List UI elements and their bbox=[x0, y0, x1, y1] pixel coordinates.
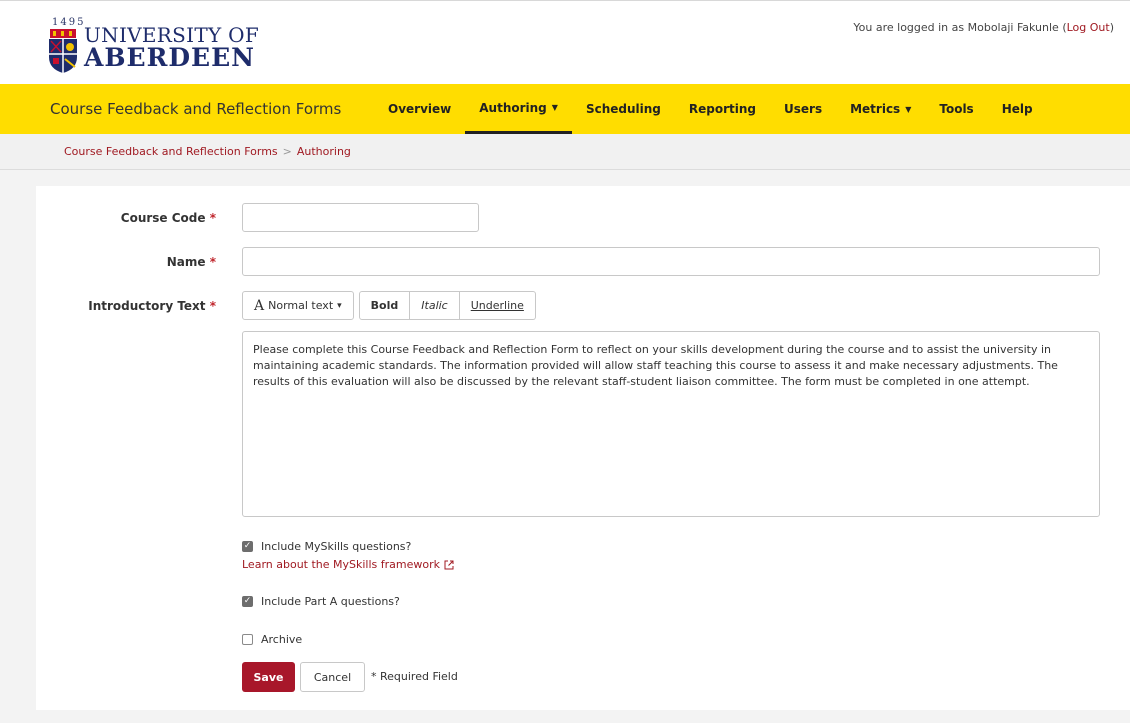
nav-item-help[interactable]: Help bbox=[988, 84, 1047, 134]
underline-button[interactable]: Underline bbox=[459, 291, 536, 320]
text-style-dropdown[interactable]: A Normal text ▾ bbox=[242, 291, 354, 320]
archive-checkbox[interactable] bbox=[242, 634, 253, 645]
nav-menu: Overview Authoring ▼ Scheduling Reporting… bbox=[374, 84, 1047, 134]
navbar-brand[interactable]: Course Feedback and Reflection Forms bbox=[50, 100, 341, 118]
cancel-button[interactable]: Cancel bbox=[300, 662, 365, 692]
required-field-note: * Required Field bbox=[371, 670, 458, 683]
login-status: You are logged in as Mobolaji Fakunle (L… bbox=[853, 21, 1114, 34]
myskills-label: Include MySkills questions? bbox=[261, 540, 412, 553]
nav-item-label: Authoring bbox=[479, 100, 547, 115]
nav-item-users[interactable]: Users bbox=[770, 84, 836, 134]
name-label-text: Name bbox=[166, 255, 206, 269]
intro-text-label: Introductory Text * bbox=[36, 299, 216, 313]
logo-text-line2: ABERDEEN bbox=[84, 43, 256, 72]
logout-link[interactable]: Log Out bbox=[1067, 21, 1110, 34]
archive-checkbox-row[interactable]: Archive bbox=[242, 633, 302, 646]
nav-item-label: Overview bbox=[388, 102, 452, 116]
main-navbar: Course Feedback and Reflection Forms Ove… bbox=[0, 84, 1130, 134]
caret-down-icon: ▼ bbox=[905, 104, 912, 114]
course-code-input[interactable] bbox=[242, 203, 479, 232]
course-code-label: Course Code * bbox=[36, 211, 216, 225]
course-code-label-text: Course Code bbox=[120, 211, 206, 225]
nav-item-label: Help bbox=[1001, 102, 1033, 116]
nav-item-overview[interactable]: Overview bbox=[374, 84, 465, 134]
crest-icon bbox=[49, 29, 77, 73]
nav-item-tools[interactable]: Tools bbox=[925, 84, 987, 134]
nav-item-reporting[interactable]: Reporting bbox=[675, 84, 770, 134]
myskills-checkbox[interactable] bbox=[242, 541, 253, 552]
nav-item-label: Scheduling bbox=[585, 102, 661, 116]
nav-item-label: Metrics bbox=[850, 102, 901, 116]
university-logo[interactable]: 1495 UNIVERSITY OF ABERDEEN bbox=[48, 17, 268, 79]
text-format-toolbar: A Normal text ▾ Bold Italic Underline bbox=[242, 291, 536, 320]
part-a-checkbox-row[interactable]: Include Part A questions? bbox=[242, 595, 400, 608]
archive-label: Archive bbox=[261, 633, 303, 646]
breadcrumb-trail: Course Feedback and Reflection Forms > Aut… bbox=[64, 145, 351, 158]
myskills-framework-link-text: Learn about the MySkills framework bbox=[242, 558, 441, 571]
myskills-framework-link[interactable]: Learn about the MySkills framework bbox=[242, 558, 454, 571]
name-label: Name * bbox=[36, 255, 216, 269]
nav-item-label: Tools bbox=[939, 102, 974, 116]
required-mark: * bbox=[209, 299, 216, 313]
required-mark: * bbox=[209, 255, 216, 269]
breadcrumb-item-home[interactable]: Course Feedback and Reflection Forms bbox=[64, 145, 278, 158]
italic-button[interactable]: Italic bbox=[410, 291, 460, 320]
top-header: 1495 UNIVERSITY OF ABERDEEN You are logg… bbox=[0, 0, 1130, 84]
login-close: ) bbox=[1109, 21, 1114, 34]
nav-item-metrics[interactable]: Metrics ▼ bbox=[836, 84, 925, 134]
caret-down-icon: ▼ bbox=[551, 103, 558, 112]
part-a-checkbox[interactable] bbox=[242, 596, 253, 607]
breadcrumb: Course Feedback and Reflection Forms > Aut… bbox=[0, 134, 1130, 170]
save-button[interactable]: Save bbox=[242, 662, 295, 692]
login-text: You are logged in as Mobolaji Fakunle ( bbox=[853, 21, 1067, 34]
intro-text-editor[interactable]: Please complete this Course Feedback and… bbox=[242, 331, 1100, 517]
text-style-label: Normal text bbox=[268, 299, 334, 312]
bold-button[interactable]: Bold bbox=[358, 291, 411, 320]
myskills-checkbox-row[interactable]: Include MySkills questions? bbox=[242, 540, 411, 553]
caret-down-icon: ▾ bbox=[337, 300, 342, 311]
logo-year: 1495 bbox=[52, 17, 86, 28]
external-link-icon bbox=[444, 560, 454, 569]
nav-item-authoring[interactable]: Authoring ▼ bbox=[465, 84, 572, 134]
nav-item-scheduling[interactable]: Scheduling bbox=[572, 84, 675, 134]
text-style-icon: A bbox=[254, 297, 265, 314]
part-a-label: Include Part A questions? bbox=[261, 595, 400, 608]
intro-text-label-text: Introductory Text bbox=[88, 299, 206, 313]
breadcrumb-separator: > bbox=[282, 145, 292, 158]
name-input[interactable] bbox=[242, 247, 1100, 276]
nav-item-label: Users bbox=[784, 102, 823, 116]
required-mark: * bbox=[209, 211, 216, 225]
nav-item-label: Reporting bbox=[688, 102, 756, 116]
breadcrumb-item-authoring[interactable]: Authoring bbox=[297, 145, 351, 158]
